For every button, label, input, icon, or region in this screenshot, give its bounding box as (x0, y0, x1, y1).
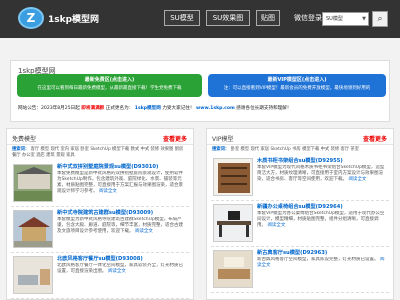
free-zone-banner[interactable]: 最新免费区(点击进入) 在这里可以看到每日最新免费模型，从最新最直接下载！学生党… (17, 74, 202, 97)
vip-tags[interactable]: 卧室 模型 现代 家居 SketchUp 书房 模型下载 中式 装修 客厅 茶室 (231, 147, 360, 152)
announcement-marquee: 网站公告：2023年8月25日起 即将满满群 正式更名为： 1skp模型网 力受… (18, 105, 388, 111)
free-models-title: 免费模型 (12, 136, 37, 143)
free-more-link[interactable]: 查看更多 (163, 134, 187, 143)
vip-tag-label: 搜索词： (212, 147, 230, 152)
model-thumbnail[interactable] (13, 210, 53, 248)
model-description: 北欧风格客厅餐厅一体化空间模型，家具软装齐全，灯光材质已设置，可直接渲染出图。 … (57, 263, 187, 293)
free-zone-heading: 最新免费区(点击进入) (84, 77, 135, 83)
announcement-tail: 力受大家记住！ (162, 106, 195, 111)
model-title[interactable]: 木质书柜书架组合su模型(D92955) (257, 157, 387, 164)
list-item[interactable]: 北欧风格客厅餐厅su模型(D93008) 北欧风格客厅餐厅一体化空间模型，家具软… (11, 253, 189, 299)
model-title[interactable]: 新中式双拼别墅庭院景观su模型(D93010) (57, 163, 187, 170)
site-logo[interactable]: Z 1skp模型网 (18, 7, 130, 29)
logo-text: 1skp模型网 (48, 15, 100, 25)
model-thumbnail[interactable] (213, 158, 253, 196)
vip-models-panel: VIP模型 查看更多 搜索词： 卧室 模型 现代 家居 SketchUp 书房 … (206, 128, 394, 300)
model-title[interactable]: 新疆办公桌椅组合su模型(D92964) (257, 203, 387, 210)
announcement-mid: 正式更名为： (105, 106, 134, 111)
nav-su-renderings[interactable]: SU效果图 (206, 10, 250, 26)
model-description: 新古典风格客厅空间模型，家具陈设完整，灯光材质已设置。 阅读全文 (257, 257, 387, 287)
search-button[interactable]: ⌕ (372, 11, 388, 27)
model-title[interactable]: 新古典客厅su模型(D92963) (257, 249, 387, 256)
nav-textures[interactable]: 贴图 (256, 10, 280, 26)
read-more-link[interactable]: 阅读全文 (135, 229, 153, 234)
search-icon: ⌕ (377, 14, 383, 24)
vip-zone-banner[interactable]: 最新VIP模型区(点击进入) 注：可以直接看到VIP模型！最新会员的免费开放模型… (208, 74, 386, 97)
vip-models-header: VIP模型 查看更多 (207, 129, 393, 145)
search-category-select[interactable]: SU模型 ▼ (322, 12, 369, 26)
announcement-end: 感谢各位长期支持和理解！ (236, 106, 292, 111)
model-desc-text: 本套模型为新中式风格寺院建筑古建群SketchUp模型，布局严谨，包含大殿、廊道… (57, 217, 183, 234)
search-select-value: SU模型 (326, 16, 343, 22)
list-item[interactable]: 新疆办公桌椅组合su模型(D92964) 本套VIP模型为办公桌椅组合Sketc… (211, 201, 389, 247)
free-zone-subtext: 在这里可以看到每日最新免费模型，从最新最直接下载！学生党免费下载 (37, 86, 182, 91)
read-more-link[interactable]: 阅读全文 (348, 177, 366, 182)
free-models-header: 免费模型 查看更多 (7, 129, 193, 145)
nav-su-models[interactable]: SU模型 (164, 10, 200, 26)
model-desc-text: 新古典风格客厅空间模型，家具陈设完整，灯光材质已设置。 (257, 257, 379, 262)
announcement-brand: 1skp模型网 (134, 106, 161, 111)
list-item[interactable]: 新古典客厅su模型(D92963) 新古典风格客厅空间模型，家具陈设完整，灯光材… (211, 247, 389, 293)
model-description: 本套VIP模型为办公桌椅组合SketchUp模型，适用于现代办公空间设计，模型精… (257, 211, 387, 241)
vip-more-link[interactable]: 查看更多 (363, 134, 387, 143)
list-item[interactable]: 木质书柜书架组合su模型(D92955) 本套VIP模型为现代风格木质书柜书架组… (211, 155, 389, 201)
read-more-link[interactable]: 阅读全文 (108, 269, 126, 274)
model-title[interactable]: 新中式寺院建筑古建群su模型(D93009) (57, 209, 187, 216)
model-desc-text: 本套免费模型是新中式风格的双拼别墅庭院景观设计，使用软件为SketchUp制作，… (57, 171, 183, 194)
site-info-panel: 1skp模型网 最新免费区(点击进入) 在这里可以看到每日最新免费模型，从最新最… (10, 60, 390, 122)
model-thumbnail[interactable] (13, 164, 53, 202)
announcement-url[interactable]: www.1skp.com (196, 106, 235, 111)
model-thumbnail[interactable] (213, 250, 253, 288)
vip-zone-heading: 最新VIP模型区(点击进入) (267, 77, 327, 83)
list-item[interactable]: 新中式寺院建筑古建群su模型(D93009) 本套模型为新中式风格寺院建筑古建群… (11, 207, 189, 253)
chevron-down-icon: ▼ (362, 16, 366, 22)
read-more-link[interactable]: 阅读全文 (99, 189, 117, 194)
model-thumbnail[interactable] (213, 204, 253, 242)
announcement-date: 网站公告：2023年8月25日起 (18, 106, 80, 111)
model-thumbnail[interactable] (13, 256, 53, 294)
model-description: 本套免费模型是新中式风格的双拼别墅庭院景观设计，使用软件为SketchUp制作，… (57, 171, 187, 201)
wechat-login-link[interactable]: 微信登录 (294, 13, 322, 23)
logo-mark-icon: Z (18, 7, 44, 29)
free-tagline: 搜索词： 客厅 模型 现代 室内 家居 卧室 SketchUp 模型下载 欧式 … (7, 145, 193, 161)
free-tags[interactable]: 客厅 模型 现代 室内 家居 卧室 SketchUp 模型下载 欧式 中式 装修… (12, 147, 183, 158)
free-tag-label: 搜索词： (12, 147, 30, 152)
model-description: 本套VIP模型为现代风格木质书柜书架组合SketchUp模型，造型简洁大方，材质… (257, 165, 387, 195)
vip-models-title: VIP模型 (212, 136, 234, 143)
read-more-link[interactable]: 阅读全文 (267, 223, 285, 228)
list-item[interactable]: 新中式双拼别墅庭院景观su模型(D93010) 本套免费模型是新中式风格的双拼别… (11, 161, 189, 207)
model-description: 本套模型为新中式风格寺院建筑古建群SketchUp模型，布局严谨，包含大殿、廊道… (57, 217, 187, 247)
announcement-highlight: 即将满满群 (81, 106, 105, 111)
vip-tagline: 搜索词： 卧室 模型 现代 家居 SketchUp 书房 模型下载 中式 装修 … (207, 145, 393, 155)
free-models-panel: 免费模型 查看更多 搜索词： 客厅 模型 现代 室内 家居 卧室 SketchU… (6, 128, 194, 300)
vip-zone-subtext: 注：可以直接看到VIP模型！最新会员的免费开放模型，最快地领到好用的 (223, 86, 371, 91)
top-header: Z 1skp模型网 SU模型 SU效果图 贴图 微信登录 SU模型 ▼ ⌕ (0, 0, 400, 38)
model-title[interactable]: 北欧风格客厅餐厅su模型(D93008) (57, 255, 187, 262)
